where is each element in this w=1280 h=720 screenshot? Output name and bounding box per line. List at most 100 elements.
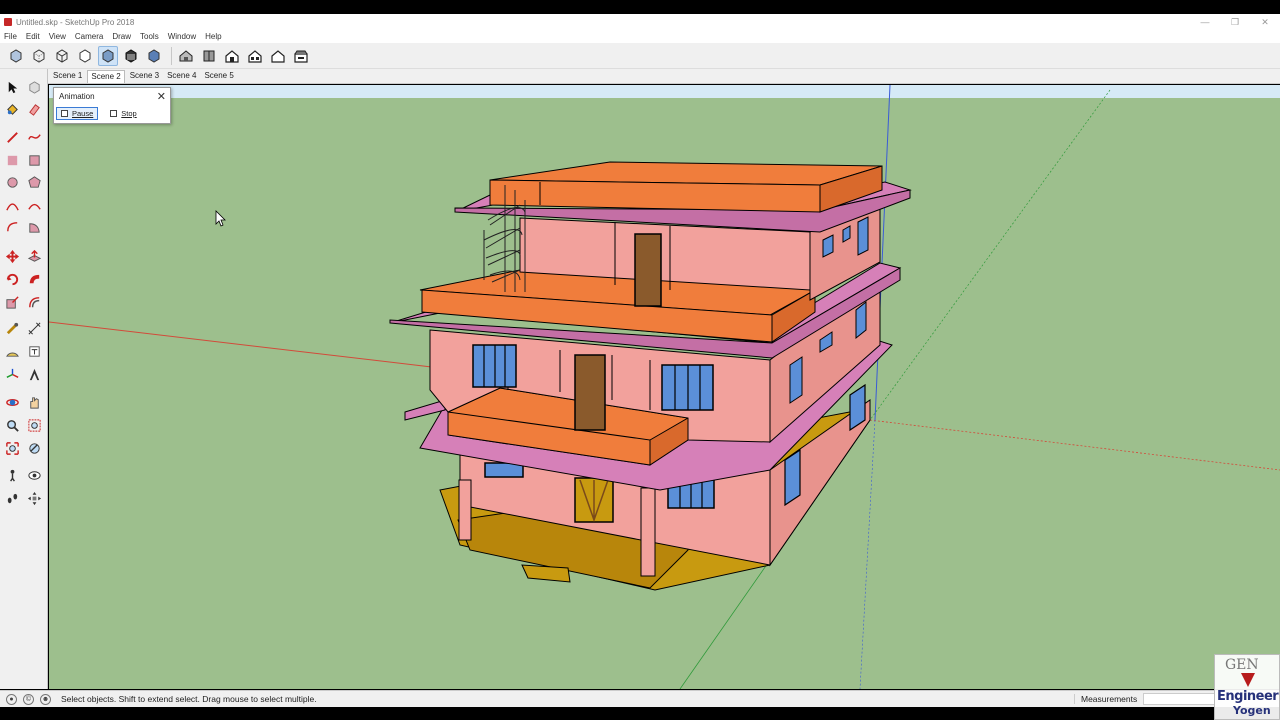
logo-v-mark xyxy=(1241,673,1255,687)
menu-bar: File Edit View Camera Draw Tools Window … xyxy=(0,30,1280,43)
screen-top-border xyxy=(0,0,1280,14)
tab-scene-4[interactable]: Scene 4 xyxy=(164,70,199,83)
toolbar-separator xyxy=(171,46,172,65)
menu-draw[interactable]: Draw xyxy=(112,32,131,41)
sky-strip xyxy=(49,85,1280,98)
xray-icon[interactable] xyxy=(6,46,26,66)
dimension-icon[interactable] xyxy=(25,319,43,337)
previous-view-icon[interactable] xyxy=(25,439,43,457)
stop-button-label: Stop xyxy=(121,108,137,118)
first-side-window-1 xyxy=(789,356,803,404)
eraser-icon[interactable] xyxy=(25,100,43,118)
back-icon[interactable] xyxy=(268,46,288,66)
model-viewport[interactable] xyxy=(49,85,1280,689)
orbit-icon[interactable] xyxy=(3,393,21,411)
arc-icon[interactable] xyxy=(3,196,21,214)
iso-icon[interactable] xyxy=(176,46,196,66)
wireframe-icon[interactable] xyxy=(52,46,72,66)
rectangle-icon[interactable] xyxy=(3,151,21,169)
hidden-line-icon[interactable] xyxy=(75,46,95,66)
scene-tabs-bar: Scene 1 Scene 2 Scene 3 Scene 4 Scene 5 xyxy=(48,69,1280,84)
offset-icon[interactable] xyxy=(25,293,43,311)
look-around-icon[interactable] xyxy=(25,466,43,484)
polygon-icon[interactable] xyxy=(25,173,43,191)
green-axis-dashed-line xyxy=(869,89,1111,421)
tab-scene-2[interactable]: Scene 2 xyxy=(87,70,125,83)
close-icon[interactable]: ✕ xyxy=(157,90,166,103)
menu-tools[interactable]: Tools xyxy=(140,32,159,41)
protractor-icon[interactable] xyxy=(3,342,21,360)
title-bar: Untitled.skp - SketchUp Pro 2018 — ❐ ✕ xyxy=(0,14,1280,30)
pan-icon[interactable] xyxy=(25,393,43,411)
geo-location-icon[interactable]: ● xyxy=(6,693,17,705)
menu-edit[interactable]: Edit xyxy=(26,32,40,41)
porch-column-right xyxy=(640,487,656,577)
porch-column-left xyxy=(458,479,472,541)
three-point-arc-icon[interactable] xyxy=(3,218,21,236)
user-icon[interactable]: ☻ xyxy=(40,693,51,705)
zoom-window-icon[interactable] xyxy=(25,416,43,434)
entry-steps xyxy=(521,564,571,583)
rotated-rectangle-icon[interactable] xyxy=(25,151,43,169)
top-icon[interactable] xyxy=(199,46,219,66)
measurements-input[interactable] xyxy=(1143,693,1215,705)
axes-icon[interactable] xyxy=(3,365,21,383)
window-title: Untitled.skp - SketchUp Pro 2018 xyxy=(16,17,135,27)
house-model-drawing xyxy=(49,85,1280,689)
close-icon[interactable]: ✕ xyxy=(1250,14,1280,30)
menu-help[interactable]: Help xyxy=(205,32,221,41)
menu-camera[interactable]: Camera xyxy=(75,32,103,41)
ground-side-window-1 xyxy=(784,448,801,507)
engineer-yogen-logo: GEN Engineer Yogen xyxy=(1214,654,1280,720)
text-tool-icon[interactable] xyxy=(25,342,43,360)
credits-icon[interactable]: © xyxy=(23,693,34,705)
rotate-icon[interactable] xyxy=(3,270,21,288)
scale-icon[interactable] xyxy=(3,293,21,311)
shaded-icon[interactable] xyxy=(98,45,118,66)
menu-file[interactable]: File xyxy=(4,32,17,41)
first-floor-door xyxy=(574,354,606,431)
red-axis-line xyxy=(49,321,441,369)
tape-measure-icon[interactable] xyxy=(3,319,21,337)
monochrome-icon[interactable] xyxy=(144,46,164,66)
menu-view[interactable]: View xyxy=(49,32,66,41)
circle-icon[interactable] xyxy=(3,173,21,191)
front-icon[interactable] xyxy=(222,46,242,66)
left-icon[interactable] xyxy=(291,46,311,66)
minimize-icon[interactable]: — xyxy=(1190,14,1220,30)
push-pull-icon[interactable] xyxy=(25,247,43,265)
status-bar: ● © ☻ Select objects. Shift to extend se… xyxy=(0,690,1280,707)
follow-me-icon[interactable] xyxy=(25,270,43,288)
section-plane-icon[interactable] xyxy=(25,489,43,507)
tab-scene-5[interactable]: Scene 5 xyxy=(201,70,236,83)
window-controls: — ❐ ✕ xyxy=(1190,14,1280,30)
measurements-label: Measurements xyxy=(1074,694,1137,704)
position-camera-icon[interactable] xyxy=(3,466,21,484)
status-message: Select objects. Shift to extend select. … xyxy=(61,694,317,704)
two-point-arc-icon[interactable] xyxy=(25,196,43,214)
views-toolbar xyxy=(0,43,1280,69)
tab-scene-3[interactable]: Scene 3 xyxy=(127,70,162,83)
stop-button[interactable]: Stop xyxy=(106,107,140,120)
zoom-extents-icon[interactable] xyxy=(3,439,21,457)
tab-scene-1[interactable]: Scene 1 xyxy=(50,70,85,83)
walk-icon[interactable] xyxy=(3,489,21,507)
stop-icon xyxy=(110,109,118,117)
back-edges-icon[interactable] xyxy=(29,46,49,66)
zoom-icon[interactable] xyxy=(3,416,21,434)
maximize-icon[interactable]: ❐ xyxy=(1220,14,1250,30)
pie-icon[interactable] xyxy=(25,218,43,236)
component-tool-icon[interactable] xyxy=(25,78,43,96)
right-icon[interactable] xyxy=(245,46,265,66)
move-icon[interactable] xyxy=(3,247,21,265)
pause-button[interactable]: Pause xyxy=(56,106,99,120)
animation-dialog-title: Animation xyxy=(59,92,95,101)
second-side-window-2 xyxy=(857,216,869,256)
3d-text-icon[interactable] xyxy=(25,365,43,383)
paint-bucket-icon[interactable] xyxy=(3,100,21,118)
menu-window[interactable]: Window xyxy=(168,32,196,41)
shaded-textures-icon[interactable] xyxy=(121,46,141,66)
freehand-icon[interactable] xyxy=(25,128,43,146)
line-tool-icon[interactable] xyxy=(3,128,21,146)
select-tool-icon[interactable] xyxy=(3,78,21,96)
